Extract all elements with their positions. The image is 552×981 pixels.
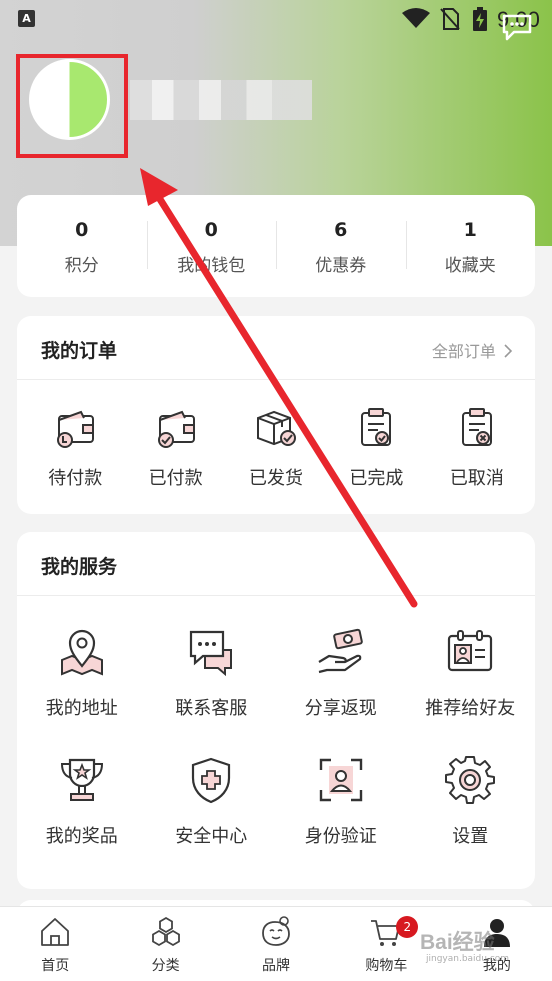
package-shipped-icon [257, 410, 297, 446]
tab-label: 首页 [41, 958, 70, 974]
service-label: 我的地址 [45, 698, 118, 719]
username-pixelated [130, 80, 312, 120]
service-label: 联系客服 [175, 698, 248, 719]
watermark-url: jingyan.baidu.com [426, 954, 510, 964]
service-label: 身份验证 [304, 826, 377, 847]
service-share-cashback[interactable]: 分享返现 [276, 596, 406, 724]
orders-header: 我的订单 全部订单 [17, 316, 535, 380]
order-completed[interactable]: 已完成 [326, 380, 426, 490]
category-icon [151, 916, 180, 947]
orders-card: 我的订单 全部订单 待付款 已付款 已发货 已完成 已取消 [17, 316, 535, 514]
tab-label: 购物车 [365, 958, 408, 974]
order-cancelled[interactable]: 已取消 [427, 380, 527, 490]
order-label: 待付款 [48, 468, 103, 489]
home-icon [41, 918, 70, 946]
avatar[interactable] [29, 59, 110, 140]
wifi-icon [402, 8, 430, 28]
service-settings[interactable]: 设置 [406, 724, 536, 852]
chevron-right-icon [504, 344, 513, 358]
message-icon[interactable] [500, 12, 534, 42]
service-my-address[interactable]: 我的地址 [17, 596, 147, 724]
cash-hand-icon [318, 628, 363, 674]
service-label: 我的奖品 [45, 826, 118, 847]
shield-plus-icon [192, 757, 231, 804]
tab-label: 品牌 [262, 958, 291, 974]
order-shipped[interactable]: 已发货 [226, 380, 326, 490]
orders-title: 我的订单 [41, 340, 118, 362]
clipboard-check-icon [361, 408, 392, 446]
service-my-prizes[interactable]: 我的奖品 [17, 724, 147, 852]
stat-coupons[interactable]: 6 优惠券 [276, 195, 406, 297]
map-pin-icon [60, 629, 103, 676]
stat-label: 我的钱包 [177, 256, 246, 276]
tab-brand[interactable]: 品牌 [221, 907, 331, 981]
tab-label: 分类 [151, 958, 180, 974]
clipboard-cancel-icon [461, 408, 492, 446]
service-label: 推荐给好友 [425, 698, 516, 719]
service-label: 安全中心 [175, 826, 248, 847]
services-card: 我的服务 我的地址 联系客服 分享返现 推荐给好友 我的奖品 安全中心 身份验证… [17, 532, 535, 889]
wallet-paid-icon [157, 410, 195, 448]
service-label: 分享返现 [304, 698, 377, 719]
all-orders-link[interactable]: 全部订单 [432, 338, 513, 362]
service-security-center[interactable]: 安全中心 [147, 724, 277, 852]
battery-charging-icon [473, 7, 487, 31]
order-label: 已取消 [449, 468, 504, 489]
order-pending-payment[interactable]: 待付款 [25, 380, 125, 490]
order-label: 已完成 [349, 468, 404, 489]
cart-badge: 2 [396, 916, 419, 938]
gear-icon [445, 756, 496, 804]
tab-home[interactable]: 首页 [0, 907, 110, 981]
stats-card: 0 积分 0 我的钱包 6 优惠券 1 收藏夹 [17, 195, 535, 297]
wallet-pending-icon [57, 410, 95, 448]
service-customer-support[interactable]: 联系客服 [147, 596, 277, 724]
order-paid[interactable]: 已付款 [125, 380, 225, 490]
stat-wallet[interactable]: 0 我的钱包 [146, 195, 277, 297]
all-orders-label: 全部订单 [431, 342, 496, 361]
notification-a-icon: A [18, 10, 35, 27]
service-identity-verification[interactable]: 身份验证 [276, 724, 406, 852]
stat-label: 收藏夹 [444, 256, 496, 276]
order-label: 已付款 [148, 468, 203, 489]
stat-label: 积分 [64, 256, 99, 276]
watermark-text: Bai经验 [420, 931, 495, 954]
service-recommend-friend[interactable]: 推荐给好友 [406, 596, 536, 724]
stat-value: 0 [204, 219, 218, 241]
services-title: 我的服务 [41, 556, 118, 578]
id-scan-icon [319, 758, 362, 802]
tab-category[interactable]: 分类 [110, 907, 220, 981]
stat-value: 6 [334, 219, 348, 241]
trophy-icon [60, 758, 103, 801]
stat-favorites[interactable]: 1 收藏夹 [405, 195, 536, 297]
no-sim-icon [440, 8, 460, 30]
stat-value: 0 [75, 219, 89, 241]
stat-value: 1 [463, 219, 477, 241]
service-label: 设置 [452, 826, 489, 847]
chat-bubble-icon [190, 630, 233, 677]
stat-label: 优惠券 [315, 256, 367, 276]
brand-icon [262, 916, 290, 946]
services-header: 我的服务 [17, 532, 535, 596]
contact-card-icon [448, 630, 493, 672]
status-bar: A 9:00 [0, 0, 552, 42]
stat-points[interactable]: 0 积分 [17, 195, 147, 297]
order-label: 已发货 [249, 468, 304, 489]
